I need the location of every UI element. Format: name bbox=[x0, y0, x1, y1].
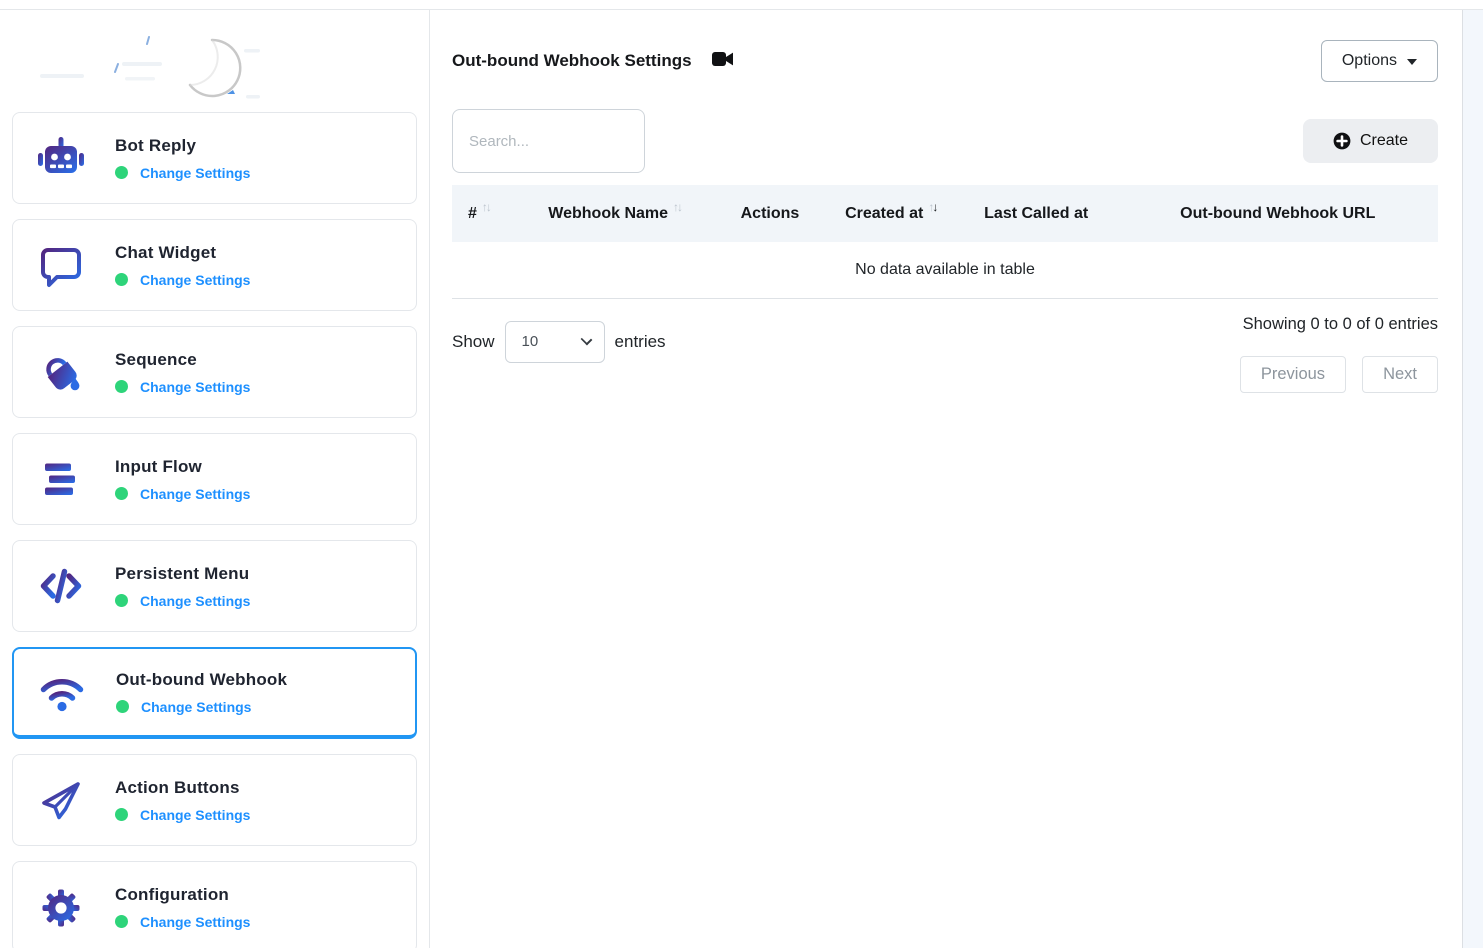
input-flow-icon bbox=[37, 455, 85, 503]
entries-label: entries bbox=[615, 332, 666, 352]
table-header-row: #↑↓Webhook Name↑↓ActionsCreated at↑↓Last… bbox=[452, 185, 1438, 242]
sort-arrows-icon[interactable]: ↑↓ bbox=[928, 200, 936, 214]
showing-summary: Showing 0 to 0 of 0 entries bbox=[1243, 315, 1438, 334]
change-settings-link[interactable]: Change Settings bbox=[140, 914, 250, 930]
change-settings-link[interactable]: Change Settings bbox=[141, 699, 251, 715]
status-dot-icon bbox=[115, 594, 128, 607]
search-input[interactable] bbox=[452, 109, 645, 173]
column-header-last-called-at: Last Called at bbox=[955, 185, 1118, 242]
plus-circle-icon bbox=[1333, 132, 1351, 150]
column-header-actions: Actions bbox=[713, 185, 826, 242]
sidebar-item-action-buttons[interactable]: Action Buttons Change Settings bbox=[12, 754, 417, 846]
change-settings-link[interactable]: Change Settings bbox=[140, 379, 250, 395]
column-header-created-at[interactable]: Created at↑↓ bbox=[827, 185, 955, 242]
table-empty-row: No data available in table bbox=[452, 242, 1438, 298]
sidebar-card-list: Bot Reply Change Settings Chat Widget Ch… bbox=[0, 110, 429, 948]
page-title: Out-bound Webhook Settings bbox=[452, 51, 692, 71]
sidebar-item-title: Bot Reply bbox=[115, 136, 250, 156]
show-label: Show bbox=[452, 332, 495, 352]
page-top-border bbox=[0, 0, 1483, 10]
sidebar-item-title: Input Flow bbox=[115, 457, 250, 477]
faded-logo bbox=[30, 22, 260, 107]
sidebar-item-title: Action Buttons bbox=[115, 778, 250, 798]
empty-table-message: No data available in table bbox=[452, 242, 1438, 298]
sidebar-item-input-flow[interactable]: Input Flow Change Settings bbox=[12, 433, 417, 525]
options-button-label: Options bbox=[1342, 52, 1397, 70]
change-settings-link[interactable]: Change Settings bbox=[140, 807, 250, 823]
sidebar-item-title: Persistent Menu bbox=[115, 564, 250, 584]
options-button[interactable]: Options bbox=[1321, 40, 1438, 82]
status-dot-icon bbox=[115, 915, 128, 928]
wifi-icon bbox=[38, 668, 86, 716]
entries-per-page-select[interactable]: 10 bbox=[505, 321, 605, 363]
chat-bubble-icon bbox=[37, 241, 85, 289]
sidebar-item-configuration[interactable]: Configuration Change Settings bbox=[12, 861, 417, 948]
page-right-gutter[interactable] bbox=[1462, 10, 1483, 948]
sort-arrows-icon[interactable]: ↑↓ bbox=[482, 200, 490, 214]
status-dot-icon bbox=[115, 808, 128, 821]
sidebar-item-title: Configuration bbox=[115, 885, 250, 905]
sidebar-item-title: Sequence bbox=[115, 350, 250, 370]
sidebar-item-title: Chat Widget bbox=[115, 243, 250, 263]
gear-icon bbox=[37, 883, 85, 931]
code-icon bbox=[37, 562, 85, 610]
paint-bucket-icon bbox=[37, 348, 85, 396]
robot-icon bbox=[37, 134, 85, 182]
sidebar-item-chat-widget[interactable]: Chat Widget Change Settings bbox=[12, 219, 417, 311]
paper-plane-icon bbox=[37, 776, 85, 824]
webhooks-table: #↑↓Webhook Name↑↓ActionsCreated at↑↓Last… bbox=[452, 185, 1438, 299]
create-button-label: Create bbox=[1360, 132, 1408, 150]
sidebar-item-persistent-menu[interactable]: Persistent Menu Change Settings bbox=[12, 540, 417, 632]
column-header-out-bound-webhook-url: Out-bound Webhook URL bbox=[1118, 185, 1439, 242]
column-header--[interactable]: #↑↓ bbox=[452, 185, 516, 242]
column-header-webhook-name[interactable]: Webhook Name↑↓ bbox=[516, 185, 713, 242]
status-dot-icon bbox=[116, 700, 129, 713]
create-button[interactable]: Create bbox=[1303, 119, 1438, 163]
change-settings-link[interactable]: Change Settings bbox=[140, 272, 250, 288]
sort-arrows-icon[interactable]: ↑↓ bbox=[673, 200, 681, 214]
main-content: Out-bound Webhook Settings Options bbox=[430, 10, 1462, 948]
sidebar-item-out-bound-webhook[interactable]: Out-bound Webhook Change Settings bbox=[12, 647, 417, 739]
next-page-button[interactable]: Next bbox=[1362, 356, 1438, 393]
logo-area bbox=[0, 10, 429, 110]
change-settings-link[interactable]: Change Settings bbox=[140, 165, 250, 181]
sidebar-item-title: Out-bound Webhook bbox=[116, 670, 287, 690]
change-settings-link[interactable]: Change Settings bbox=[140, 593, 250, 609]
status-dot-icon bbox=[115, 487, 128, 500]
sidebar-item-sequence[interactable]: Sequence Change Settings bbox=[12, 326, 417, 418]
status-dot-icon bbox=[115, 273, 128, 286]
video-camera-icon[interactable] bbox=[712, 51, 734, 72]
caret-down-icon bbox=[1407, 59, 1417, 65]
sidebar-item-bot-reply[interactable]: Bot Reply Change Settings bbox=[12, 112, 417, 204]
status-dot-icon bbox=[115, 166, 128, 179]
settings-sidebar: Bot Reply Change Settings Chat Widget Ch… bbox=[0, 10, 430, 948]
status-dot-icon bbox=[115, 380, 128, 393]
previous-page-button[interactable]: Previous bbox=[1240, 356, 1346, 393]
change-settings-link[interactable]: Change Settings bbox=[140, 486, 250, 502]
